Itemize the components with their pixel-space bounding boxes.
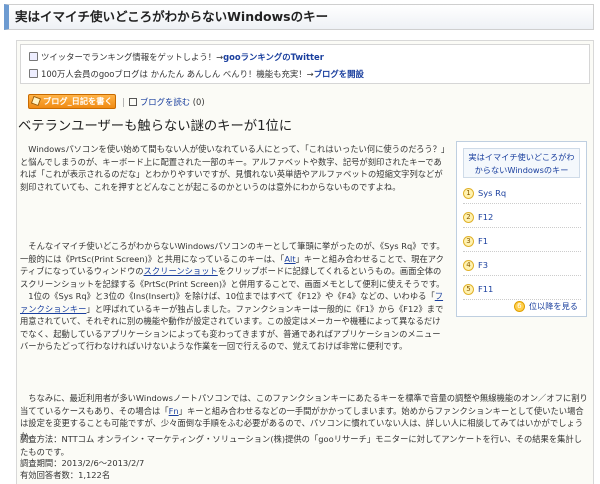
pencil-icon — [30, 95, 42, 107]
read-blog-link[interactable]: ブログを読む — [140, 97, 190, 107]
goo-ranking-twitter-link[interactable]: gooランキングのTwitter — [223, 52, 324, 62]
rank-5-badge: 5 — [463, 284, 474, 295]
ranking-more-link[interactable]: 6 位以降を見る — [513, 300, 578, 312]
promo-twitter: ツイッターでランキング情報をゲットしよう！→gooランキングのTwitter — [29, 51, 324, 63]
ranking-item-4[interactable]: 4 F3 — [463, 254, 581, 276]
article-paragraph-1: Windowsパソコンを使い始めて間もない人が使いなれている人にとって、「これは… — [20, 144, 446, 192]
separator: | — [122, 97, 125, 107]
rank-1-badge: 1 — [463, 188, 474, 199]
blog-read-icon — [128, 98, 137, 106]
open-blog-link[interactable]: ブログを開設 — [314, 69, 364, 79]
article-headline: ベテランユーザーも触らない謎のキーが1位に — [18, 119, 293, 134]
rank-4-badge: 4 — [463, 260, 474, 271]
blog-icon — [29, 69, 38, 78]
ranking-item-5[interactable]: 5 F11 — [463, 278, 581, 300]
fn-key-link[interactable]: Fn — [169, 406, 179, 416]
ranking-item-2[interactable]: 2 F12 — [463, 206, 581, 228]
survey-period: 調査期間：2013/2/6～2013/2/7 — [20, 458, 145, 468]
read-blog: | ブログを読む (0) — [122, 96, 205, 108]
alt-key-link[interactable]: Alt — [284, 254, 295, 264]
ranking-box: 実はイマイチ使いどころがわ からないWindowsのキー 1 Sys Rq 2 F1… — [456, 141, 587, 317]
survey-count: 有効回答者数：1,122名 — [20, 470, 111, 480]
rank-more-badge: 6 — [513, 301, 525, 312]
write-blog-button[interactable]: ブログ_日記を書く — [28, 94, 116, 109]
page-title: 実はイマイチ使いどころがわからないWindowsのキー — [4, 4, 594, 30]
twitter-icon — [29, 52, 38, 61]
ranking-item-1[interactable]: 1 Sys Rq — [463, 182, 581, 204]
rank-3-badge: 3 — [463, 236, 474, 247]
survey-method: 調査方法：NTTコム オンライン・マーケティング・ソリューション(株)提供の「g… — [20, 434, 583, 457]
ranking-title[interactable]: 実はイマイチ使いどころがわ からないWindowsのキー — [463, 148, 580, 178]
promo-box: ツイッターでランキング情報をゲットしよう！→gooランキングのTwitter 1… — [20, 44, 590, 84]
rank-2-badge: 2 — [463, 212, 474, 223]
read-count: (0) — [192, 97, 205, 107]
article-paragraph-2: そんなイマイチ使いどころがわからないWindowsパソコンのキーとして筆頭に挙が… — [20, 241, 445, 351]
screenshot-link[interactable]: スクリーンショット — [144, 266, 218, 276]
promo-blog: 100万人会員のgooブログは かんたん あんしん べんり！機能も充実！→ブログ… — [29, 68, 364, 80]
ranking-item-3[interactable]: 3 F1 — [463, 230, 581, 252]
